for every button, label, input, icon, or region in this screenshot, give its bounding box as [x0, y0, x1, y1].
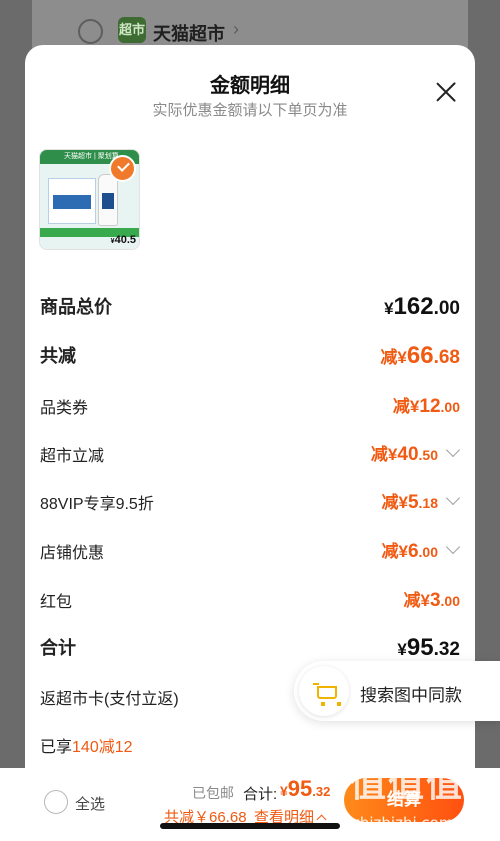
store-select-radio[interactable] — [78, 19, 103, 44]
subtotal-amount: ¥162.00 — [384, 293, 460, 320]
enjoyed-promo-label: 已享140减12 — [40, 739, 133, 756]
chevron-down-icon[interactable] — [445, 539, 461, 555]
product-price: ¥40.5 — [110, 234, 136, 246]
enjoyed-promo-row: 已享140减12 — [40, 729, 460, 757]
total-label: 合计 — [40, 638, 76, 658]
cart-icon — [313, 683, 341, 706]
sheet-subtitle: 实际优惠金额请以下单页为准 — [152, 102, 348, 119]
select-all-radio[interactable] — [44, 790, 68, 814]
shipping-status: 已包邮 — [192, 785, 234, 801]
chevron-down-icon[interactable] — [445, 442, 461, 458]
amount-detail-sheet: 金额明细 实际优惠金额请以下单页为准 天猫超市 | 聚划算 ¥40.5 商品总价… — [25, 45, 475, 841]
store-name[interactable]: 天猫超市 — [153, 20, 225, 46]
bar-total-amount: ¥95.32 — [280, 776, 331, 801]
market-discount-amount: 减¥40.50 — [370, 444, 438, 465]
sheet-title: 金额明细 — [210, 75, 290, 97]
market-discount-row[interactable]: 超市立减 减¥40.50 — [40, 438, 461, 466]
chevron-down-icon[interactable] — [445, 490, 461, 506]
select-all-label[interactable]: 全选 — [75, 793, 105, 814]
vip-discount-label: 88VIP专享9.5折 — [40, 496, 154, 513]
checkmark-icon[interactable] — [109, 155, 136, 182]
total-discount-label: 共减 — [40, 346, 76, 366]
category-coupon-label: 品类券 — [40, 400, 89, 417]
category-coupon-row: 品类券 减¥12.00 — [40, 390, 460, 418]
watermark-url: zhizhizhi.com — [352, 814, 454, 832]
product-bottle-image — [98, 174, 118, 226]
store-discount-label: 店铺优惠 — [40, 545, 105, 562]
total-discount-amount: 减¥66.68 — [380, 342, 460, 369]
search-similar-button[interactable]: 搜索图中同款 — [294, 661, 500, 721]
subtotal-row: 商品总价 ¥162.00 — [40, 291, 460, 320]
subtotal-label: 商品总价 — [40, 297, 112, 317]
total-row: 合计 ¥95.32 — [40, 632, 460, 661]
cashback-label: 返超市卡(支付立返) — [40, 691, 179, 708]
vip-discount-amount: 减¥5.18 — [381, 492, 438, 513]
category-coupon-amount: 减¥12.00 — [392, 396, 460, 417]
total-amount: ¥95.32 — [397, 634, 460, 661]
tmall-supermarket-icon: 超市 — [118, 17, 146, 43]
chevron-right-icon: › — [233, 19, 239, 39]
red-packet-row: 红包 减¥3.00 — [40, 584, 460, 612]
search-similar-icon-circle — [299, 666, 349, 716]
store-discount-amount: 减¥6.00 — [381, 541, 438, 562]
red-packet-label: 红包 — [40, 594, 73, 611]
vip-discount-row[interactable]: 88VIP专享9.5折 减¥5.18 — [40, 486, 461, 514]
product-box-image — [48, 178, 96, 224]
close-icon[interactable] — [433, 79, 459, 105]
product-thumbnail[interactable]: 天猫超市 | 聚划算 ¥40.5 — [39, 149, 140, 250]
store-discount-row[interactable]: 店铺优惠 减¥6.00 — [40, 535, 461, 563]
bar-total-label: 合计: — [243, 786, 278, 803]
search-similar-label: 搜索图中同款 — [360, 686, 462, 705]
red-packet-amount: 减¥3.00 — [403, 590, 460, 611]
total-discount-row: 共减 减¥66.68 — [40, 340, 460, 369]
home-indicator — [160, 823, 340, 829]
watermark-logo: 值值值 — [350, 763, 465, 804]
market-discount-label: 超市立减 — [40, 448, 105, 465]
promo-threshold: 140减12 — [72, 739, 133, 756]
